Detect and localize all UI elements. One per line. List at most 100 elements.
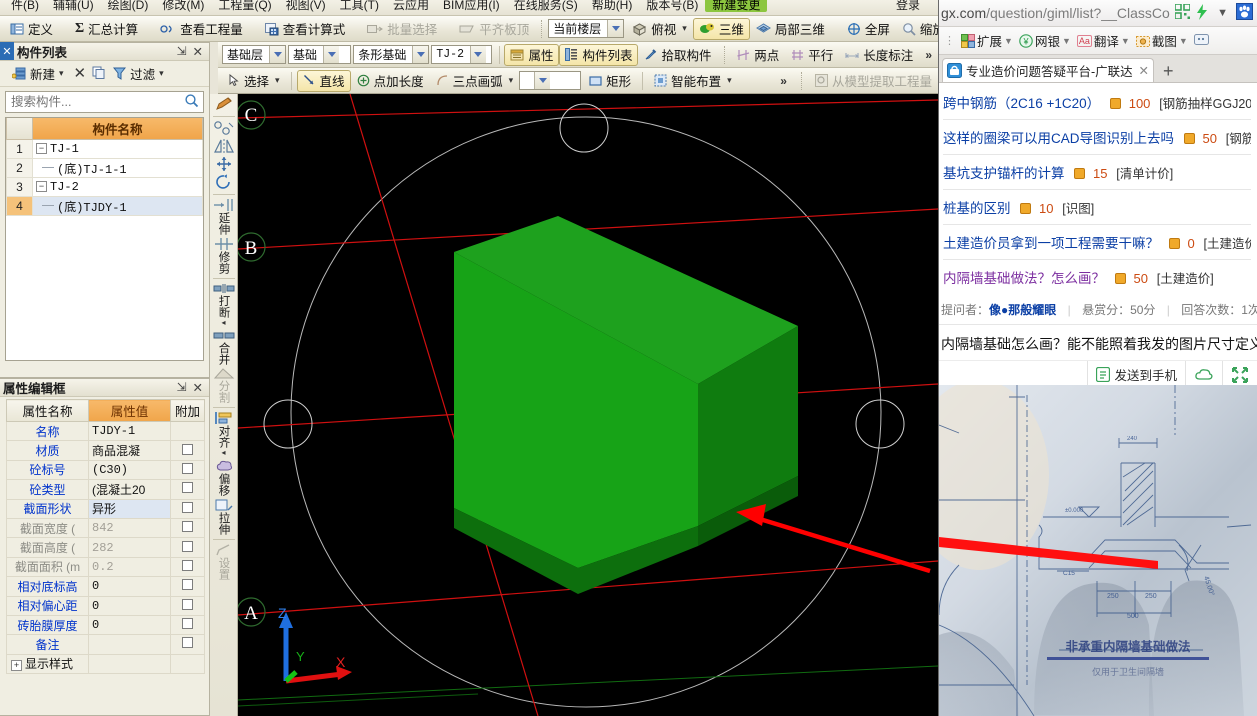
- question-category[interactable]: [清单计价]: [1116, 167, 1173, 181]
- draw-toolbar-overflow-button[interactable]: »: [772, 74, 795, 88]
- chevron-down-icon[interactable]: ▾: [59, 68, 64, 79]
- offset-tool[interactable]: 偏移: [211, 459, 237, 496]
- new-component-button[interactable]: 新建 ▾: [8, 63, 68, 85]
- chevron-down-icon[interactable]: [469, 46, 486, 63]
- question-category[interactable]: [土建造价]: [1157, 272, 1214, 286]
- add-length-button[interactable]: 点加长度: [351, 70, 430, 92]
- question-category[interactable]: [钢筋抽样GGJ2013]: [1159, 97, 1251, 111]
- align-slab-top-button[interactable]: 平齐板顶: [453, 18, 535, 40]
- move-tool[interactable]: [211, 156, 237, 172]
- property-value[interactable]: 0: [88, 595, 171, 616]
- menu-item-9[interactable]: 在线服务(S): [507, 0, 585, 12]
- attach-checkbox[interactable]: [182, 540, 193, 552]
- property-row[interactable]: 截面宽度 ( 842: [6, 517, 205, 539]
- menu-item-7[interactable]: 云应用: [386, 0, 436, 12]
- search-icon[interactable]: [180, 93, 203, 111]
- question-title[interactable]: 桩基的区别: [943, 201, 1011, 216]
- chevron-down-icon[interactable]: ▾: [275, 75, 280, 86]
- property-row[interactable]: 材质 商品混凝: [6, 440, 205, 461]
- question-category[interactable]: [钢筋抽: [1226, 132, 1251, 146]
- pin-icon[interactable]: ⇲: [176, 380, 186, 395]
- line-tool-button[interactable]: 直线: [296, 69, 351, 92]
- smart-layout-button[interactable]: 智能布置 ▾: [648, 70, 738, 92]
- bookmark-translate[interactable]: Aa 翻译 ▼: [1075, 30, 1132, 51]
- break-tool[interactable]: 打断 ◂: [211, 282, 237, 327]
- table-row[interactable]: 4 (底)TJDY-1: [6, 196, 203, 216]
- chevron-down-icon[interactable]: ▼: [1211, 7, 1234, 19]
- component-grid[interactable]: 构件名称 1 − TJ-1 2 (底)TJ-1-1 3 − TJ-2 4 (底)…: [5, 117, 204, 361]
- menu-item-new-change[interactable]: 新建变更: [705, 0, 768, 12]
- search-input[interactable]: [6, 93, 180, 111]
- rotate-tool[interactable]: [211, 174, 237, 190]
- list-item[interactable]: 桩基的区别 10 [识图]: [943, 190, 1251, 225]
- question-category[interactable]: [识图]: [1062, 202, 1094, 216]
- cloud-button[interactable]: [1185, 361, 1222, 388]
- list-item[interactable]: 土建造价员拿到一项工程需要干嘛？ 0 [土建造价: [943, 225, 1251, 260]
- view-formula-button[interactable]: 查看计算式: [259, 18, 352, 40]
- attach-checkbox[interactable]: [182, 501, 193, 513]
- attach-checkbox[interactable]: [182, 559, 193, 571]
- arc-option-select[interactable]: [519, 71, 582, 90]
- send-to-phone-button[interactable]: 发送到手机: [1087, 361, 1185, 388]
- local-three-d-button[interactable]: 局部三维: [750, 18, 831, 40]
- menu-item-2[interactable]: 绘图(D): [101, 0, 156, 12]
- three-point-arc-button[interactable]: 三点画弧 ▾: [430, 70, 520, 92]
- zoom-button[interactable]: 缩放 ▾: [896, 18, 938, 40]
- length-dim-button[interactable]: 长度标注: [839, 44, 919, 66]
- browser-address-bar[interactable]: gx.com/question/giml/list?__ClassCo ▼: [939, 0, 1257, 27]
- chevron-down-icon[interactable]: ▼: [1004, 36, 1013, 46]
- split-tool[interactable]: 分割: [211, 367, 237, 403]
- property-value[interactable]: (C30): [88, 459, 171, 481]
- display-style-cell[interactable]: + 显示样式: [6, 653, 89, 675]
- property-value[interactable]: 商品混凝: [88, 440, 171, 461]
- bookmark-bank[interactable]: ¥ 网银 ▼: [1017, 30, 1073, 51]
- settings-tool[interactable]: 设置: [211, 543, 237, 580]
- pen-tool[interactable]: [211, 96, 237, 112]
- table-row[interactable]: 3 − TJ-2: [6, 177, 203, 197]
- new-tab-button[interactable]: +: [1154, 60, 1183, 82]
- component-select[interactable]: TJ-2: [431, 45, 492, 64]
- property-row[interactable]: 砼类型 (混凝土20: [6, 479, 205, 500]
- fullscreen-button[interactable]: 全屏: [841, 18, 896, 40]
- define-button[interactable]: 定义: [4, 18, 59, 40]
- menu-item-4[interactable]: 工程量(Q): [211, 0, 278, 12]
- attach-checkbox[interactable]: [182, 462, 193, 474]
- parallel-dim-button[interactable]: 平行: [785, 44, 839, 66]
- drag-handle-icon[interactable]: ⋮: [941, 34, 957, 47]
- table-row[interactable]: 1 − TJ-1: [6, 139, 203, 159]
- attach-checkbox[interactable]: [182, 637, 193, 649]
- attach-checkbox[interactable]: [182, 618, 193, 630]
- chevron-down-icon[interactable]: ◂: [221, 318, 225, 327]
- property-row[interactable]: 相对底标高 0: [6, 576, 205, 597]
- bookmark-screenshot[interactable]: 截图 ▼: [1134, 30, 1190, 51]
- attach-checkbox[interactable]: [182, 443, 193, 455]
- property-row[interactable]: 备注: [6, 634, 205, 655]
- top-view-button[interactable]: 俯视 ▾: [626, 18, 693, 40]
- login-button[interactable]: 登录: [889, 0, 938, 12]
- select-tool-button[interactable]: 选择 ▾: [222, 70, 286, 92]
- filter-button[interactable]: 过滤 ▾: [109, 63, 168, 85]
- expand-icon[interactable]: +: [11, 659, 22, 671]
- tree-collapse-icon[interactable]: −: [36, 181, 47, 193]
- mirror-tool[interactable]: [211, 138, 237, 154]
- question-title[interactable]: 内隔墙基础做法？怎么画？: [943, 271, 1105, 286]
- property-row[interactable]: 砼标号 (C30): [6, 459, 205, 481]
- chevron-down-icon[interactable]: [269, 46, 286, 63]
- properties-button[interactable]: 属性: [504, 43, 560, 66]
- property-row[interactable]: 截面形状 异形: [6, 498, 205, 519]
- attach-checkbox[interactable]: [182, 482, 193, 494]
- menu-item-11[interactable]: 版本号(B): [639, 0, 705, 12]
- chevron-down-icon[interactable]: [534, 72, 551, 89]
- list-item[interactable]: 内隔墙基础做法？怎么画？ 50 [土建造价]: [943, 260, 1251, 294]
- chevron-down-icon[interactable]: ▼: [1062, 36, 1071, 46]
- rect-tool-button[interactable]: 矩形: [583, 70, 637, 92]
- menu-item-8[interactable]: BIM应用(I): [436, 0, 507, 12]
- question-attachment-photo[interactable]: 240 ±0.000 C15 250 250 500 45.00° 非承重内隔墙…: [939, 385, 1257, 716]
- menu-item-0[interactable]: 件(B): [4, 0, 46, 12]
- batch-select-button[interactable]: 批量选择: [361, 18, 443, 40]
- pick-component-button[interactable]: 拾取构件: [638, 44, 717, 66]
- question-category[interactable]: [土建造价: [1204, 237, 1251, 251]
- property-value[interactable]: 0: [88, 576, 171, 597]
- chevron-down-icon[interactable]: ▼: [1179, 36, 1188, 46]
- chevron-down-icon[interactable]: [323, 46, 340, 63]
